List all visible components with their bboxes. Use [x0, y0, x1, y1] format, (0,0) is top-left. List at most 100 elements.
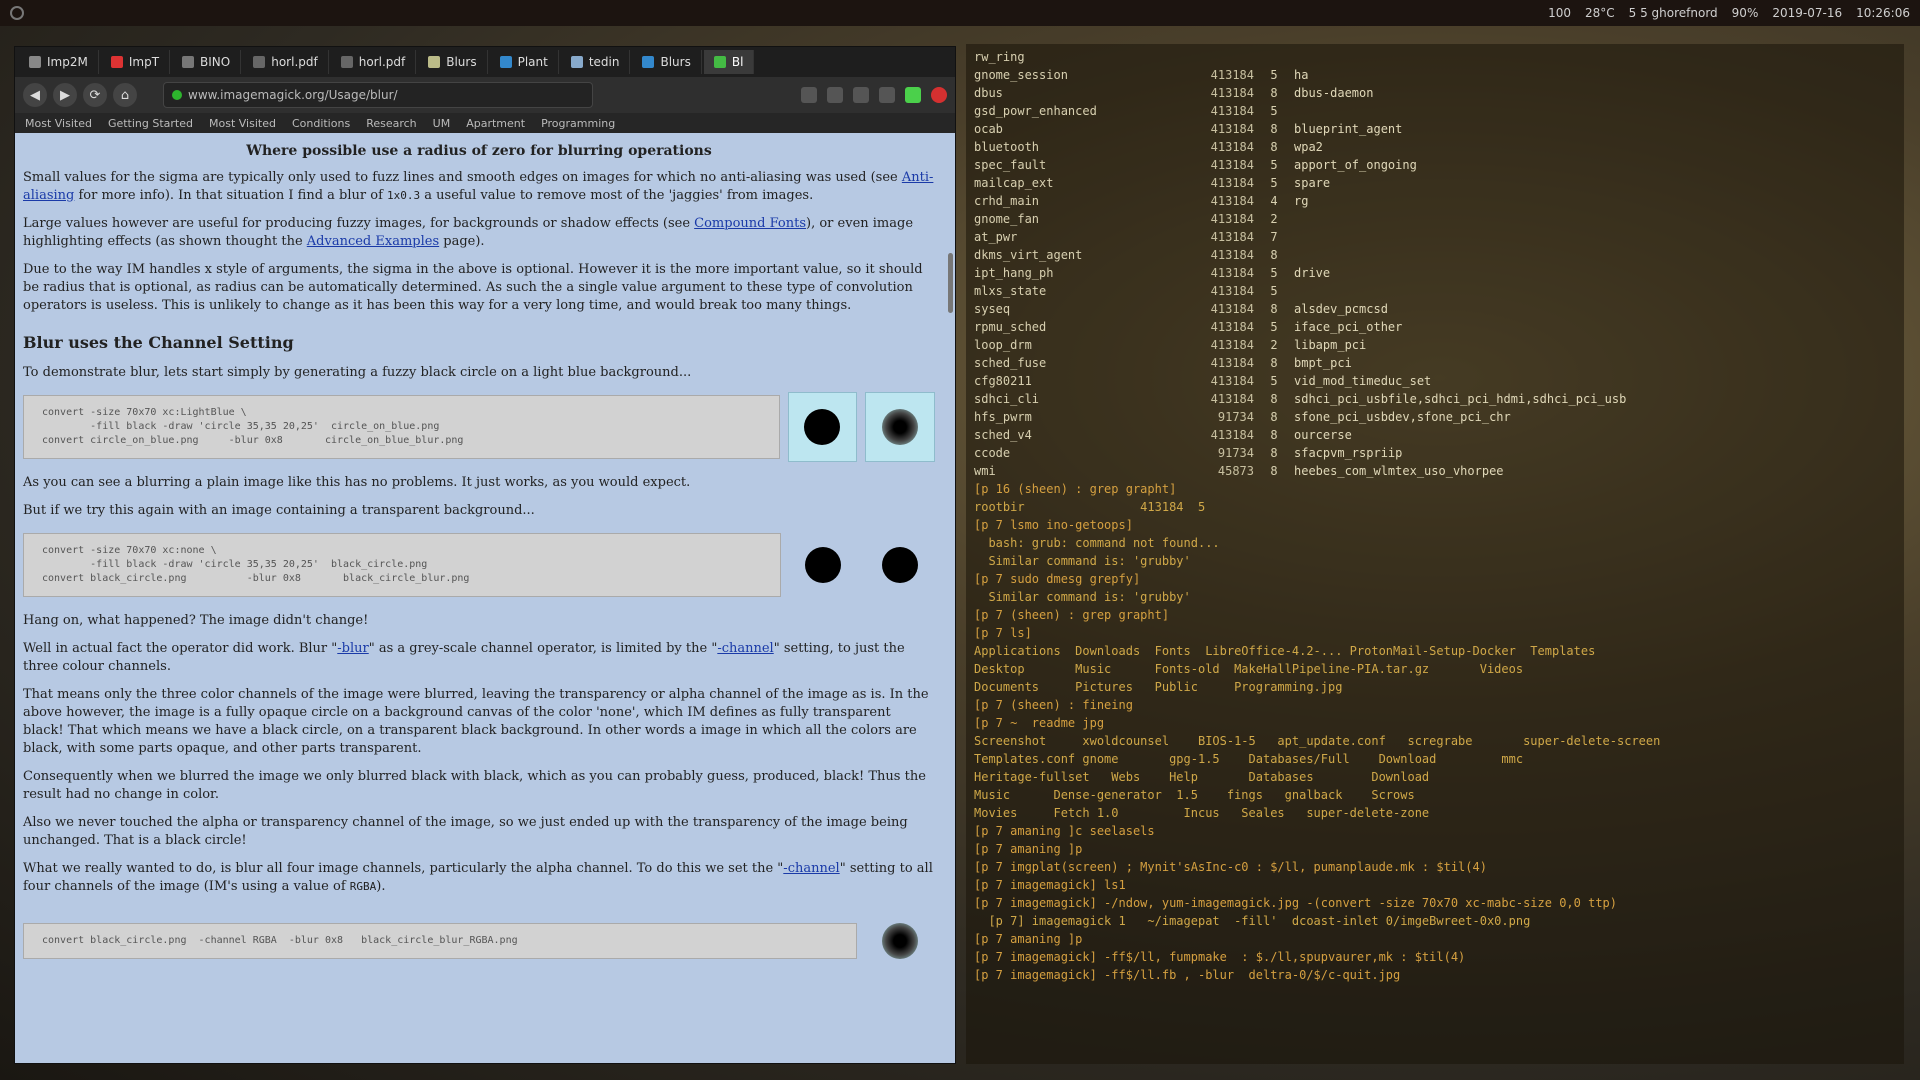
browser-tab[interactable]: Imp2M — [19, 50, 99, 74]
terminal-line: Documents Pictures Public Programming.jp… — [974, 680, 1343, 694]
tab-label: Blurs — [446, 55, 477, 69]
tab-favicon-icon — [182, 56, 195, 68]
terminal-module-row: syseq 413184 8 alsdev_pcmcsd — [974, 302, 1388, 316]
terminal-line: rootbir 413184 5 — [974, 500, 1206, 514]
tab-strip: Imp2M ImpT BINO horl.pdf horl.pdf Blurs Plant t… — [15, 47, 955, 77]
terminal-line: [p 7] imagemagick 1 ~/imagepat -fill' dc… — [974, 914, 1531, 928]
downloads-icon[interactable] — [853, 87, 869, 103]
terminal-module-row: dkms_virt_agent 413184 8 — [974, 248, 1278, 262]
bookmark-item[interactable]: Most Visited — [209, 117, 276, 130]
terminal-module-row: mlxs_state 413184 5 — [974, 284, 1278, 298]
circle-on-blue-blur-image[interactable] — [865, 392, 936, 462]
menu-icon[interactable] — [879, 87, 895, 103]
url-bar[interactable]: www.imagemagick.org/Usage/blur/ — [163, 82, 593, 108]
browser-tab[interactable]: Blurs — [632, 50, 702, 74]
black-circle-blur-image[interactable] — [866, 530, 935, 600]
bookmark-item[interactable]: Conditions — [292, 117, 350, 130]
tab-label: Bl — [731, 55, 744, 69]
forward-button[interactable]: ▶ — [53, 83, 77, 107]
paragraph: Small values for the sigma are typically… — [23, 170, 934, 203]
reader-icon[interactable] — [827, 87, 843, 103]
status-item: 10:26:06 — [1856, 6, 1910, 20]
reload-button[interactable]: ⟳ — [83, 83, 107, 107]
workspace-icon[interactable] — [10, 6, 24, 20]
paragraph: Due to the way IM handles x style of arg… — [23, 262, 923, 313]
scrollbar-thumb[interactable] — [948, 253, 953, 313]
advanced-examples-link[interactable]: Advanced Examples — [307, 234, 439, 249]
tab-label: Blurs — [660, 55, 691, 69]
bookmark-item[interactable]: Most Visited — [25, 117, 92, 130]
system-status-area: 100 28°C 5 5 ghorefnord 90% 2019-07-16 10:26:… — [1548, 6, 1910, 20]
terminal-line: [p 7 amaning ]c seelasels — [974, 824, 1155, 838]
terminal-line: [p 7 (sheen) : fineing — [974, 698, 1133, 712]
terminal-module-row: sched_fuse 413184 8 bmpt_pci — [974, 356, 1352, 370]
browser-tab[interactable]: horl.pdf — [331, 50, 417, 74]
paragraph: Also we never touched the alpha or trans… — [23, 815, 908, 848]
back-button[interactable]: ◀ — [23, 83, 47, 107]
terminal-module-row: gsd_powr_enhanced 413184 5 — [974, 104, 1278, 118]
bookmark-item[interactable]: Research — [366, 117, 416, 130]
tab-label: horl.pdf — [271, 55, 318, 69]
circle-on-blue-image[interactable] — [787, 392, 858, 462]
black-circle-image[interactable] — [789, 530, 858, 600]
bookmark-item[interactable]: UM — [433, 117, 451, 130]
terminal-line: [p 7 amaning ]p — [974, 932, 1083, 946]
adblock-icon[interactable] — [931, 87, 947, 103]
terminal-line: [p 7 imagemagick] ls1 — [974, 878, 1126, 892]
example-block: convert -size 70x70 xc:none \ -fill blac… — [23, 530, 935, 600]
compound-fonts-link[interactable]: Compound Fonts — [694, 216, 806, 231]
example-block: convert black_circle.png -channel RGBA -… — [23, 906, 935, 976]
terminal-module-row: rpmu_sched 413184 5 iface_pci_other — [974, 320, 1403, 334]
paragraph: Consequently when we blurred the image w… — [23, 769, 926, 802]
page-heading: Where possible use a radius of zero for … — [246, 143, 712, 159]
tab-favicon-icon — [340, 56, 353, 68]
tab-favicon-icon — [110, 56, 123, 68]
terminal-module-row: ccode 91734 8 sfacpvm_rspriip — [974, 446, 1403, 460]
terminal-module-row: wmi 45873 8 heebes_com_wlmtex_uso_vhorpee — [974, 464, 1504, 478]
paragraph: What we really wanted to do, is blur all… — [23, 861, 933, 894]
tab-favicon-icon — [570, 56, 583, 68]
browser-tab[interactable]: ImpT — [101, 50, 171, 74]
bookmark-star-icon[interactable] — [801, 87, 817, 103]
bookmark-item[interactable]: Getting Started — [108, 117, 193, 130]
terminal-line: [p 7 imagemagick] -/ndow, yum-imagemagic… — [974, 896, 1617, 910]
tab-label: Plant — [517, 55, 548, 69]
status-item: 90% — [1731, 6, 1759, 20]
example-block: convert -size 70x70 xc:LightBlue \ -fill… — [23, 392, 936, 462]
command-box: convert black_circle.png -channel RGBA -… — [23, 923, 858, 959]
terminal-line: [p 7 ls] — [974, 626, 1032, 640]
tab-favicon-icon — [642, 56, 655, 68]
terminal-line: Desktop Music Fonts-old MakeHallPipeline… — [974, 662, 1524, 676]
home-button[interactable]: ⌂ — [113, 83, 137, 107]
bookmark-item[interactable]: Apartment — [466, 117, 525, 130]
url-text: www.imagemagick.org/Usage/blur/ — [188, 88, 398, 102]
terminal-window[interactable]: rw_ring gnome_session 413184 5 ha dbus 413184 8… — [966, 44, 1904, 1064]
browser-tab[interactable]: horl.pdf — [243, 50, 329, 74]
browser-tab[interactable]: Plant — [490, 50, 559, 74]
terminal-line: [p 7 amaning ]p — [974, 842, 1083, 856]
browser-tab[interactable]: Bl — [703, 50, 755, 74]
bookmarks-bar: Most Visited Getting Started Most Visited C… — [15, 113, 955, 133]
terminal-line: [p 7 ~ readme jpg — [974, 716, 1105, 730]
blur-link[interactable]: -blur — [337, 641, 368, 656]
browser-tab[interactable]: tedin — [561, 50, 631, 74]
terminal-module-row: spec_fault 413184 5 apport_of_ongoing — [974, 158, 1417, 172]
terminal-module-row: gnome_fan 413184 2 — [974, 212, 1278, 226]
terminal-line: [p 16 (sheen) : grep grapht] — [974, 482, 1177, 496]
extension-icon[interactable] — [905, 87, 921, 103]
black-circle-blur-rgba-image[interactable] — [865, 906, 935, 976]
terminal-line: Screenshot xwoldcounsel BIOS-1-5 apt_upd… — [974, 734, 1661, 748]
channel-link[interactable]: -channel — [783, 861, 839, 876]
page-content: Where possible use a radius of zero for … — [15, 133, 955, 1063]
terminal-module-row: rw_ring — [974, 50, 1025, 64]
terminal-line: Heritage-fullset Webs Help Databases Dow… — [974, 770, 1430, 784]
terminal-line: Movies Fetch 1.0 Incus Seales super-dele… — [974, 806, 1430, 820]
terminal-module-row: ocab 413184 8 blueprint_agent — [974, 122, 1403, 136]
browser-tab[interactable]: Blurs — [418, 50, 488, 74]
browser-tab[interactable]: BINO — [172, 50, 242, 74]
section-heading: Blur uses the Channel Setting — [23, 333, 294, 352]
terminal-module-row: ipt_hang_ph 413184 5 drive — [974, 266, 1331, 280]
bookmark-item[interactable]: Programming — [541, 117, 615, 130]
tab-favicon-icon — [29, 56, 41, 68]
channel-link[interactable]: -channel — [717, 641, 773, 656]
